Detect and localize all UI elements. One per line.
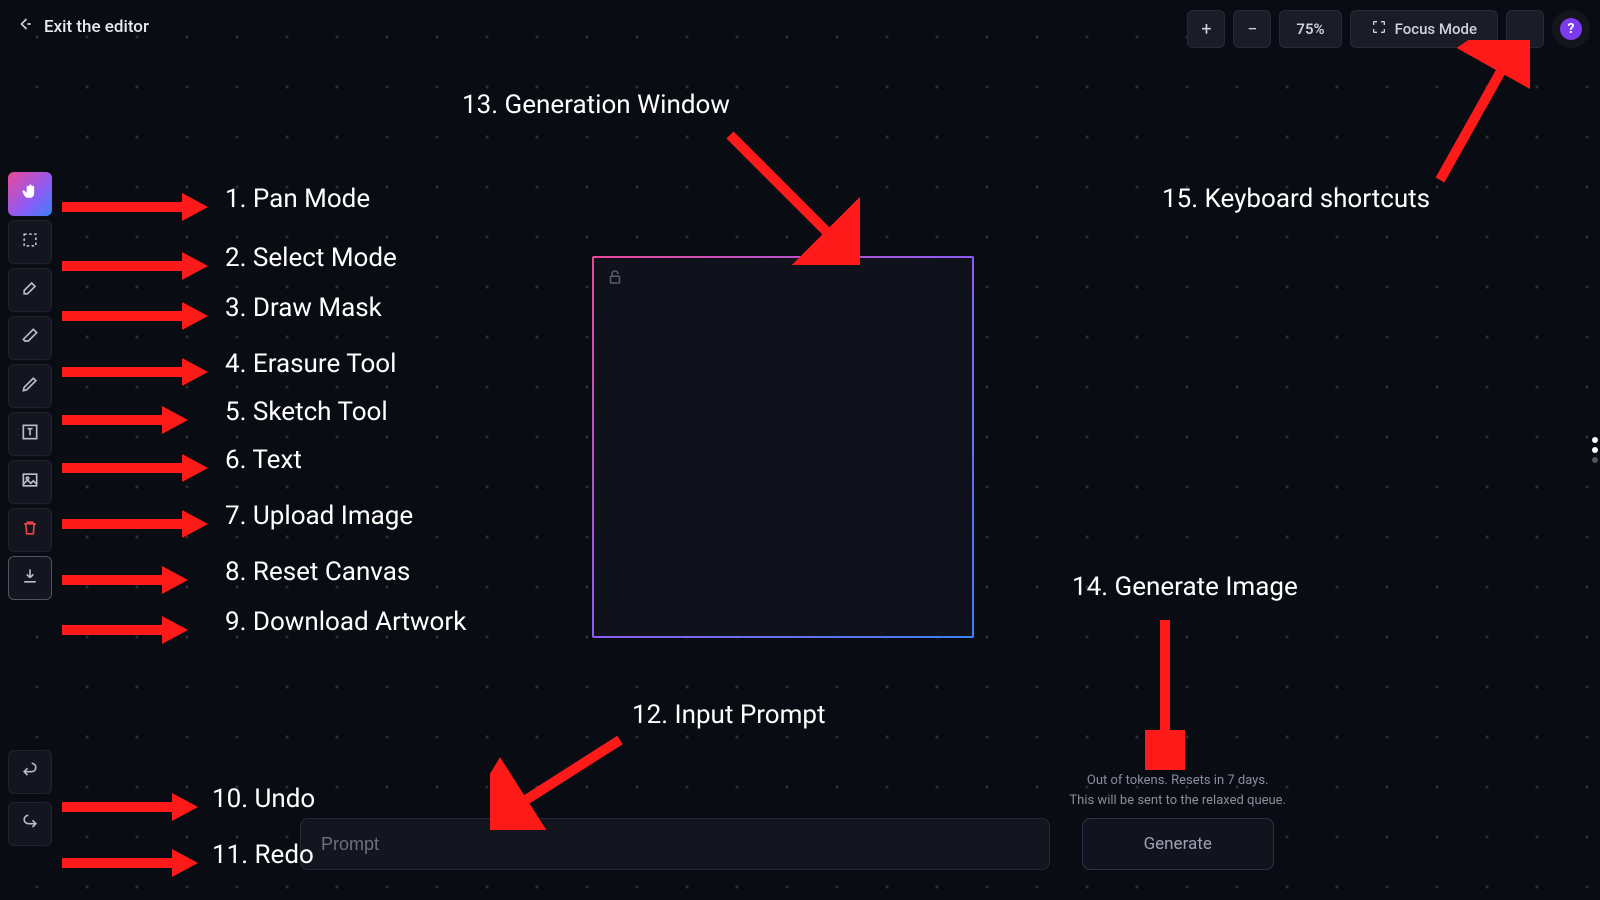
prompt-bar: [300, 818, 1050, 870]
annotation-label-6: 6. Text: [225, 445, 302, 475]
annotation-label-7: 7. Upload Image: [225, 501, 413, 531]
annotation-label-8: 8. Reset Canvas: [225, 557, 410, 587]
sketch-tool[interactable]: [8, 364, 52, 408]
annotation-arrow-5: [62, 406, 188, 434]
zoom-in-button[interactable]: +: [1187, 10, 1225, 48]
generate-button[interactable]: Generate: [1082, 818, 1274, 870]
annotation-label-10: 10. Undo: [212, 784, 315, 814]
annotation-label-4: 4. Erasure Tool: [225, 349, 396, 379]
annotation-label-3: 3. Draw Mask: [225, 293, 382, 323]
select-tool[interactable]: [8, 220, 52, 264]
zoom-level[interactable]: 75%: [1279, 10, 1341, 48]
question-icon: ?: [1560, 18, 1582, 40]
annotation-label-11: 11. Redo: [212, 840, 314, 870]
generate-label: Generate: [1144, 834, 1212, 854]
annotation-label-9: 9. Download Artwork: [225, 607, 466, 637]
annotation-arrow-12: [490, 730, 630, 830]
generation-window[interactable]: [592, 256, 974, 638]
focus-mode-label: Focus Mode: [1395, 20, 1477, 38]
annotation-label-14: 14. Generate Image: [1072, 572, 1298, 602]
pencil-icon: [20, 374, 40, 398]
text-tool[interactable]: [8, 412, 52, 456]
unlock-icon: [606, 268, 624, 286]
download-artwork-button[interactable]: [8, 556, 52, 600]
status-line-1: Out of tokens. Resets in 7 days.: [1069, 771, 1286, 791]
hand-icon: [20, 182, 40, 206]
annotation-label-5: 5. Sketch Tool: [225, 397, 388, 427]
annotation-arrow-9: [62, 616, 188, 644]
focus-icon: [1371, 19, 1387, 39]
annotation-arrow-14: [1145, 610, 1185, 770]
annotation-arrow-8: [62, 566, 188, 594]
annotation-arrow-1: [62, 193, 208, 221]
brush-icon: [20, 278, 40, 302]
text-icon: [20, 422, 40, 446]
download-icon: [20, 566, 40, 590]
annotation-arrow-4: [62, 358, 208, 386]
back-icon: [14, 14, 34, 39]
pan-tool[interactable]: [8, 172, 52, 216]
right-edge-handle[interactable]: [1592, 437, 1598, 463]
image-icon: [20, 470, 40, 494]
select-icon: [20, 230, 40, 254]
annotation-label-1: 1. Pan Mode: [225, 184, 370, 214]
annotation-arrow-15: [1420, 40, 1530, 190]
exit-editor-button[interactable]: Exit the editor: [14, 14, 149, 39]
annotation-arrow-11: [62, 849, 198, 877]
zoom-out-button[interactable]: −: [1233, 10, 1271, 48]
exit-label: Exit the editor: [44, 17, 149, 37]
redo-icon: [20, 812, 40, 836]
annotation-arrow-10: [62, 793, 198, 821]
status-line-2: This will be sent to the relaxed queue.: [1069, 791, 1286, 811]
generate-status: Out of tokens. Resets in 7 days. This wi…: [1069, 771, 1286, 810]
reset-canvas-button[interactable]: [8, 508, 52, 552]
annotation-label-12: 12. Input Prompt: [632, 700, 826, 730]
annotation-arrow-7: [62, 510, 208, 538]
annotation-arrow-6: [62, 454, 208, 482]
minus-icon: −: [1247, 19, 1257, 40]
eraser-tool[interactable]: [8, 316, 52, 360]
annotation-label-13: 13. Generation Window: [462, 90, 730, 120]
annotation-label-15: 15. Keyboard shortcuts: [1162, 184, 1430, 214]
trash-icon: [20, 518, 40, 542]
annotation-arrow-13: [710, 125, 860, 265]
undo-icon: [20, 760, 40, 784]
undo-button[interactable]: [8, 750, 52, 794]
upload-image-tool[interactable]: [8, 460, 52, 504]
eraser-icon: [20, 326, 40, 350]
annotation-arrow-2: [62, 252, 208, 280]
annotation-arrow-3: [62, 302, 208, 330]
plus-icon: +: [1201, 19, 1211, 40]
redo-button[interactable]: [8, 802, 52, 846]
prompt-input[interactable]: [321, 834, 1029, 855]
annotation-label-2: 2. Select Mode: [225, 243, 397, 273]
help-button[interactable]: ?: [1552, 10, 1590, 48]
draw-mask-tool[interactable]: [8, 268, 52, 312]
